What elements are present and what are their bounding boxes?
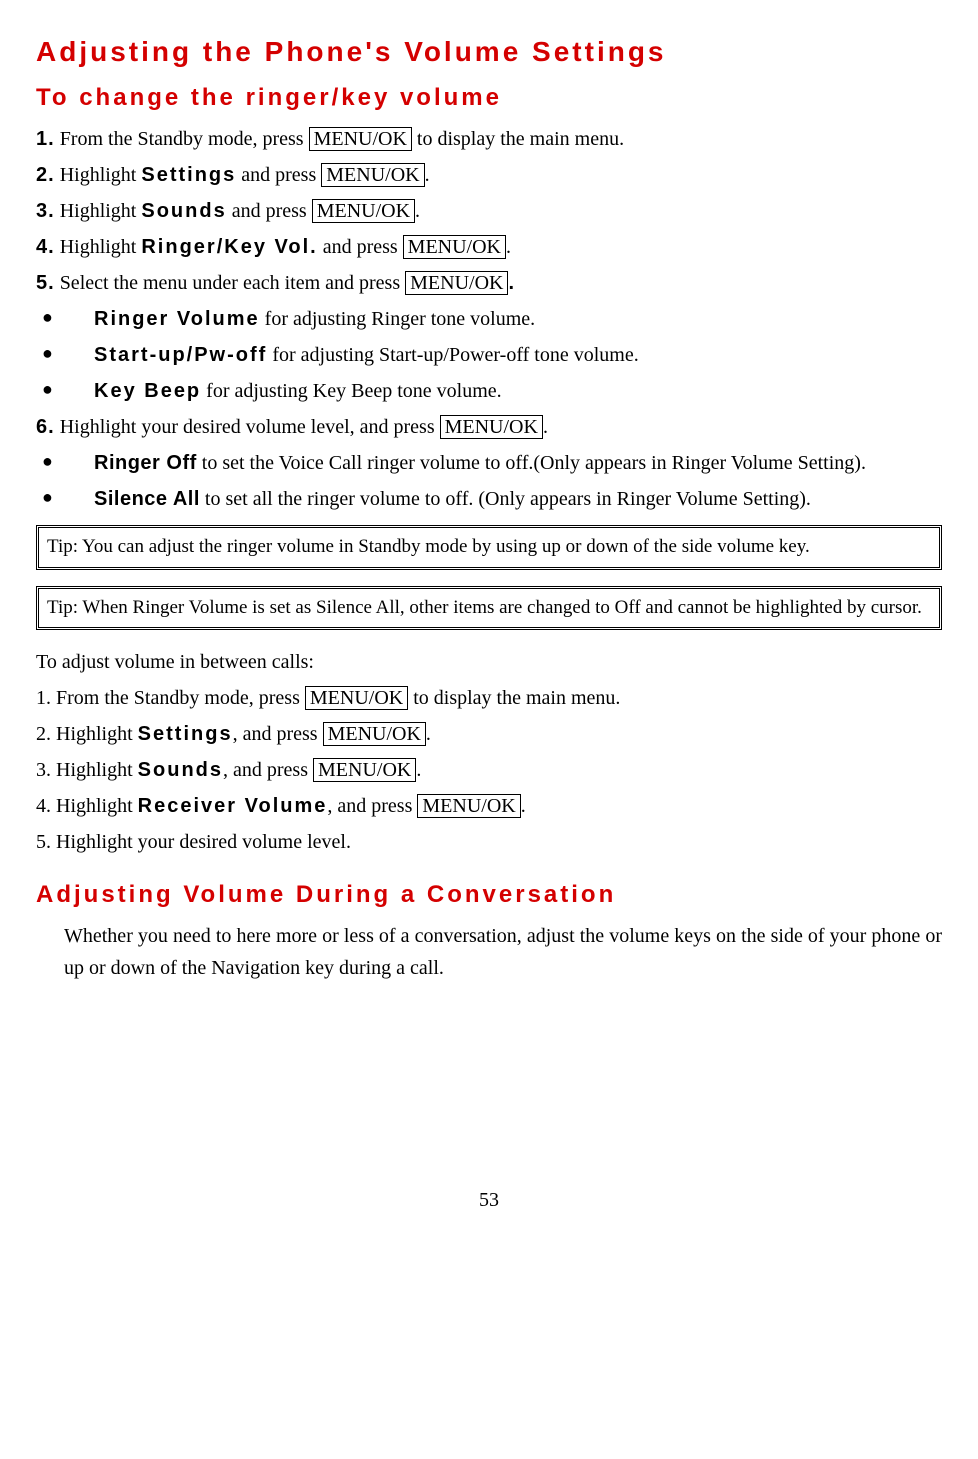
- step-5: 5. Select the menu under each item and p…: [36, 267, 942, 299]
- text: .: [426, 723, 431, 745]
- key-menu-ok: MENU/OK: [309, 127, 412, 151]
- text: to display the main menu.: [412, 128, 624, 150]
- bullet-icon: ●: [36, 375, 94, 407]
- menu-item: Ringer/Key Vol.: [141, 236, 317, 258]
- step-num: 6.: [36, 416, 55, 438]
- text: to display the main menu.: [408, 687, 620, 709]
- step-b3: 3. Highlight Sounds, and press MENU/OK.: [36, 754, 942, 786]
- body-text: Whether you need to here more or less of…: [36, 920, 942, 984]
- menu-item: Sounds: [138, 759, 223, 781]
- menu-item: Settings: [138, 723, 233, 745]
- text: .: [543, 416, 548, 438]
- bullet-item: ●Key Beep for adjusting Key Beep tone vo…: [36, 375, 942, 407]
- tip-box-1: Tip: You can adjust the ringer volume in…: [36, 525, 942, 569]
- text: 2. Highlight: [36, 723, 138, 745]
- step-b5: 5. Highlight your desired volume level.: [36, 826, 942, 858]
- bullet-icon: ●: [36, 447, 94, 479]
- key-menu-ok: MENU/OK: [305, 686, 408, 710]
- section-intro: To adjust volume in between calls:: [36, 646, 942, 678]
- key-menu-ok: MENU/OK: [321, 163, 424, 187]
- bullet-item: ●Ringer Off to set the Voice Call ringer…: [36, 447, 942, 479]
- tip-box-2: Tip: When Ringer Volume is set as Silenc…: [36, 586, 942, 630]
- text: , and press: [233, 723, 323, 745]
- key-menu-ok: MENU/OK: [403, 235, 506, 259]
- option-name: Ringer Off: [94, 452, 197, 474]
- text: and press: [236, 164, 321, 186]
- bullet-item: ●Ringer Volume for adjusting Ringer tone…: [36, 303, 942, 335]
- option-name: Silence All: [94, 488, 200, 510]
- text: and press: [318, 236, 403, 258]
- heading-section-2: Adjusting Volume During a Conversation: [36, 876, 942, 914]
- text: .: [425, 164, 430, 186]
- bullet-icon: ●: [36, 483, 94, 515]
- text: 1. From the Standby mode, press: [36, 687, 305, 709]
- bullet-item: ●Silence All to set all the ringer volum…: [36, 483, 942, 515]
- key-menu-ok: MENU/OK: [323, 722, 426, 746]
- heading-sub: To change the ringer/key volume: [36, 79, 942, 117]
- step-b1: 1. From the Standby mode, press MENU/OK …: [36, 682, 942, 714]
- text: Highlight: [55, 164, 142, 186]
- text: .: [521, 795, 526, 817]
- menu-item: Sounds: [141, 200, 226, 222]
- option-name: Ringer Volume: [94, 308, 260, 330]
- text: .: [506, 236, 511, 258]
- period: .: [508, 272, 515, 294]
- text: for adjusting Start-up/Power-off tone vo…: [267, 344, 638, 366]
- text: , and press: [223, 759, 313, 781]
- text: and press: [227, 200, 312, 222]
- text: .: [416, 759, 421, 781]
- bullet-icon: ●: [36, 303, 94, 335]
- step-1: 1. From the Standby mode, press MENU/OK …: [36, 123, 942, 155]
- text: 3. Highlight: [36, 759, 138, 781]
- text: .: [415, 200, 420, 222]
- step-3: 3. Highlight Sounds and press MENU/OK.: [36, 195, 942, 227]
- text: to set the Voice Call ringer volume to o…: [197, 452, 866, 474]
- key-menu-ok: MENU/OK: [313, 758, 416, 782]
- option-name: Start-up/Pw-off: [94, 344, 267, 366]
- step-6: 6. Highlight your desired volume level, …: [36, 411, 942, 443]
- key-menu-ok: MENU/OK: [405, 271, 508, 295]
- text: to set all the ringer volume to off. (On…: [200, 488, 811, 510]
- step-num: 4.: [36, 236, 55, 258]
- text: Highlight your desired volume level, and…: [55, 416, 440, 438]
- step-4: 4. Highlight Ringer/Key Vol. and press M…: [36, 231, 942, 263]
- bullet-icon: ●: [36, 339, 94, 371]
- key-menu-ok: MENU/OK: [440, 415, 543, 439]
- text: 4. Highlight: [36, 795, 138, 817]
- bullet-item: ●Start-up/Pw-off for adjusting Start-up/…: [36, 339, 942, 371]
- text: Highlight: [55, 236, 142, 258]
- text: Select the menu under each item and pres…: [55, 272, 405, 294]
- text: Highlight: [55, 200, 142, 222]
- key-menu-ok: MENU/OK: [417, 794, 520, 818]
- step-num: 2.: [36, 164, 55, 186]
- step-2: 2. Highlight Settings and press MENU/OK.: [36, 159, 942, 191]
- menu-item: Settings: [141, 164, 236, 186]
- text: , and press: [327, 795, 417, 817]
- step-b2: 2. Highlight Settings, and press MENU/OK…: [36, 718, 942, 750]
- menu-item: Receiver Volume: [138, 795, 328, 817]
- step-num: 1.: [36, 128, 55, 150]
- text: for adjusting Ringer tone volume.: [260, 308, 536, 330]
- step-num: 3.: [36, 200, 55, 222]
- option-name: Key Beep: [94, 380, 201, 402]
- page-number: 53: [36, 1184, 942, 1216]
- step-num: 5.: [36, 272, 55, 294]
- text: for adjusting Key Beep tone volume.: [201, 380, 502, 402]
- key-menu-ok: MENU/OK: [312, 199, 415, 223]
- step-b4: 4. Highlight Receiver Volume, and press …: [36, 790, 942, 822]
- text: From the Standby mode, press: [55, 128, 309, 150]
- heading-main: Adjusting the Phone's Volume Settings: [36, 30, 942, 75]
